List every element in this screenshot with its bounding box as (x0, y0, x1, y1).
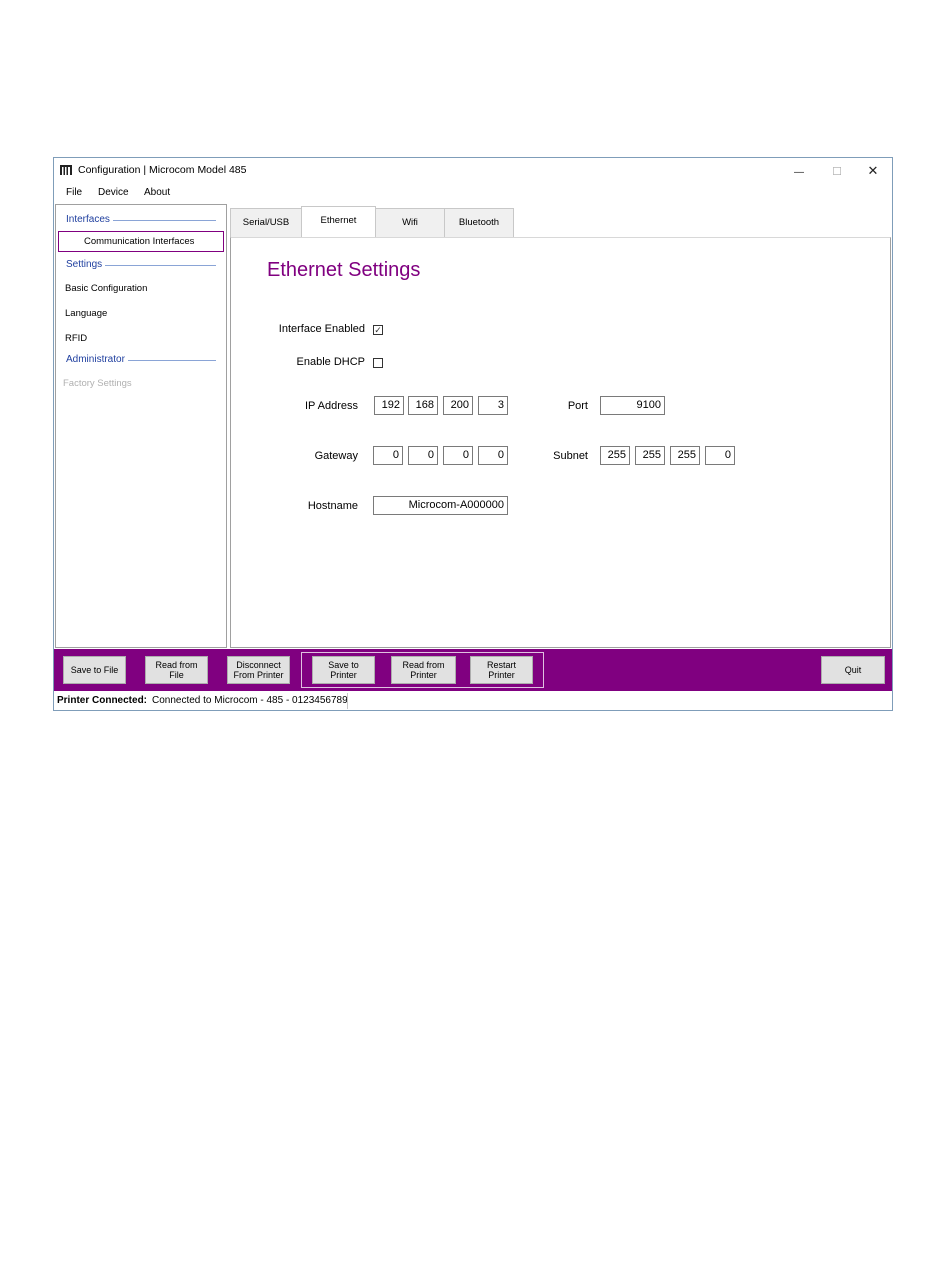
enable-dhcp-checkbox[interactable] (373, 358, 383, 368)
title-bar[interactable]: Configuration | Microcom Model 485 — ☐ ✕ (54, 158, 892, 184)
save-to-file-button[interactable]: Save to File (63, 656, 126, 684)
button-label: Restart Printer (486, 660, 516, 680)
ip-address-label: IP Address (305, 400, 358, 412)
tab-wifi[interactable]: Wifi (375, 208, 445, 237)
sidebar-item-factory-settings: Factory Settings (63, 378, 132, 389)
gateway-octet-3-input[interactable]: 0 (443, 446, 473, 465)
menu-file[interactable]: File (66, 187, 82, 198)
app-window: Configuration | Microcom Model 485 — ☐ ✕… (53, 157, 893, 711)
port-label: Port (567, 400, 588, 412)
sidebar-item-language[interactable]: Language (65, 308, 107, 319)
ip-octet-1-input[interactable]: 192 (374, 396, 404, 415)
status-label: Printer Connected: (57, 695, 148, 706)
interface-enabled-checkbox[interactable]: ✓ (373, 325, 383, 335)
tab-ethernet[interactable]: Ethernet (301, 206, 376, 237)
close-button[interactable]: ✕ (854, 158, 892, 184)
gateway-octet-4-input[interactable]: 0 (478, 446, 508, 465)
action-toolbar: Save to File Read from File Disconnect Fro… (54, 649, 892, 691)
enable-dhcp-label: Enable DHCP (296, 356, 365, 368)
tab-strip: Serial/USB Ethernet Wifi Bluetooth (230, 206, 892, 239)
menu-bar: File Device About (54, 184, 892, 204)
sidebar-group-administrator: Administrator (66, 354, 128, 365)
read-from-file-button[interactable]: Read from File (145, 656, 208, 684)
printer-app-icon (60, 165, 72, 175)
button-label: Read from File (155, 660, 198, 680)
sidebar-item-communication-interfaces[interactable]: Communication Interfaces (58, 231, 224, 252)
button-label: Read from Printer (402, 660, 445, 680)
maximize-button[interactable]: ☐ (818, 158, 856, 184)
button-label: Quit (844, 665, 862, 675)
restart-printer-button[interactable]: Restart Printer (470, 656, 533, 684)
subnet-octet-2-input[interactable]: 255 (635, 446, 665, 465)
read-from-printer-button[interactable]: Read from Printer (391, 656, 456, 684)
maximize-icon: ☐ (832, 166, 842, 178)
sidebar-group-settings: Settings (66, 259, 106, 270)
sidebar-item-label: Communication Interfaces (84, 236, 195, 247)
status-separator (347, 693, 348, 709)
quit-button[interactable]: Quit (821, 656, 885, 684)
gateway-octet-2-input[interactable]: 0 (408, 446, 438, 465)
checkmark-icon: ✓ (374, 325, 382, 335)
status-bar: Printer Connected: Connected to Microcom… (54, 691, 892, 710)
subnet-label: Subnet (553, 450, 588, 462)
menu-device[interactable]: Device (98, 187, 129, 198)
gateway-label: Gateway (314, 450, 358, 462)
gateway-octet-1-input[interactable]: 0 (373, 446, 403, 465)
minimize-icon: — (794, 167, 804, 178)
sidebar-item-basic-configuration[interactable]: Basic Configuration (65, 283, 147, 294)
hostname-input[interactable]: Microcom-A000000 (373, 496, 508, 515)
sidebar-item-rfid[interactable]: RFID (65, 333, 87, 344)
interface-enabled-label: Interface Enabled (278, 323, 365, 335)
connection-status: Connected to Microcom - 485 - 0123456789 (152, 695, 348, 706)
disconnect-from-printer-button[interactable]: Disconnect From Printer (227, 656, 290, 684)
sidebar: Interfaces Communication Interfaces Sett… (55, 204, 227, 648)
ethernet-panel: Ethernet Settings Interface Enabled ✓ En… (230, 237, 891, 648)
subnet-octet-4-input[interactable]: 0 (705, 446, 735, 465)
subnet-octet-1-input[interactable]: 255 (600, 446, 630, 465)
ip-octet-4-input[interactable]: 3 (478, 396, 508, 415)
tab-bluetooth[interactable]: Bluetooth (444, 208, 514, 237)
window-title: Configuration | Microcom Model 485 (78, 164, 247, 176)
close-icon: ✕ (867, 163, 879, 178)
hostname-label: Hostname (307, 500, 358, 512)
subnet-octet-3-input[interactable]: 255 (670, 446, 700, 465)
button-label: Disconnect From Printer (233, 660, 284, 680)
sidebar-group-interfaces: Interfaces (66, 214, 113, 225)
ip-octet-2-input[interactable]: 168 (408, 396, 438, 415)
ip-octet-3-input[interactable]: 200 (443, 396, 473, 415)
port-input[interactable]: 9100 (600, 396, 665, 415)
button-label: Save to Printer (328, 660, 359, 680)
save-to-printer-button[interactable]: Save to Printer (312, 656, 375, 684)
tab-serial-usb[interactable]: Serial/USB (230, 208, 302, 237)
button-label: Save to File (70, 665, 119, 675)
minimize-button[interactable]: — (780, 158, 818, 184)
panel-title: Ethernet Settings (267, 259, 421, 281)
main-content: Serial/USB Ethernet Wifi Bluetooth Ether… (230, 204, 892, 648)
menu-about[interactable]: About (144, 187, 170, 198)
